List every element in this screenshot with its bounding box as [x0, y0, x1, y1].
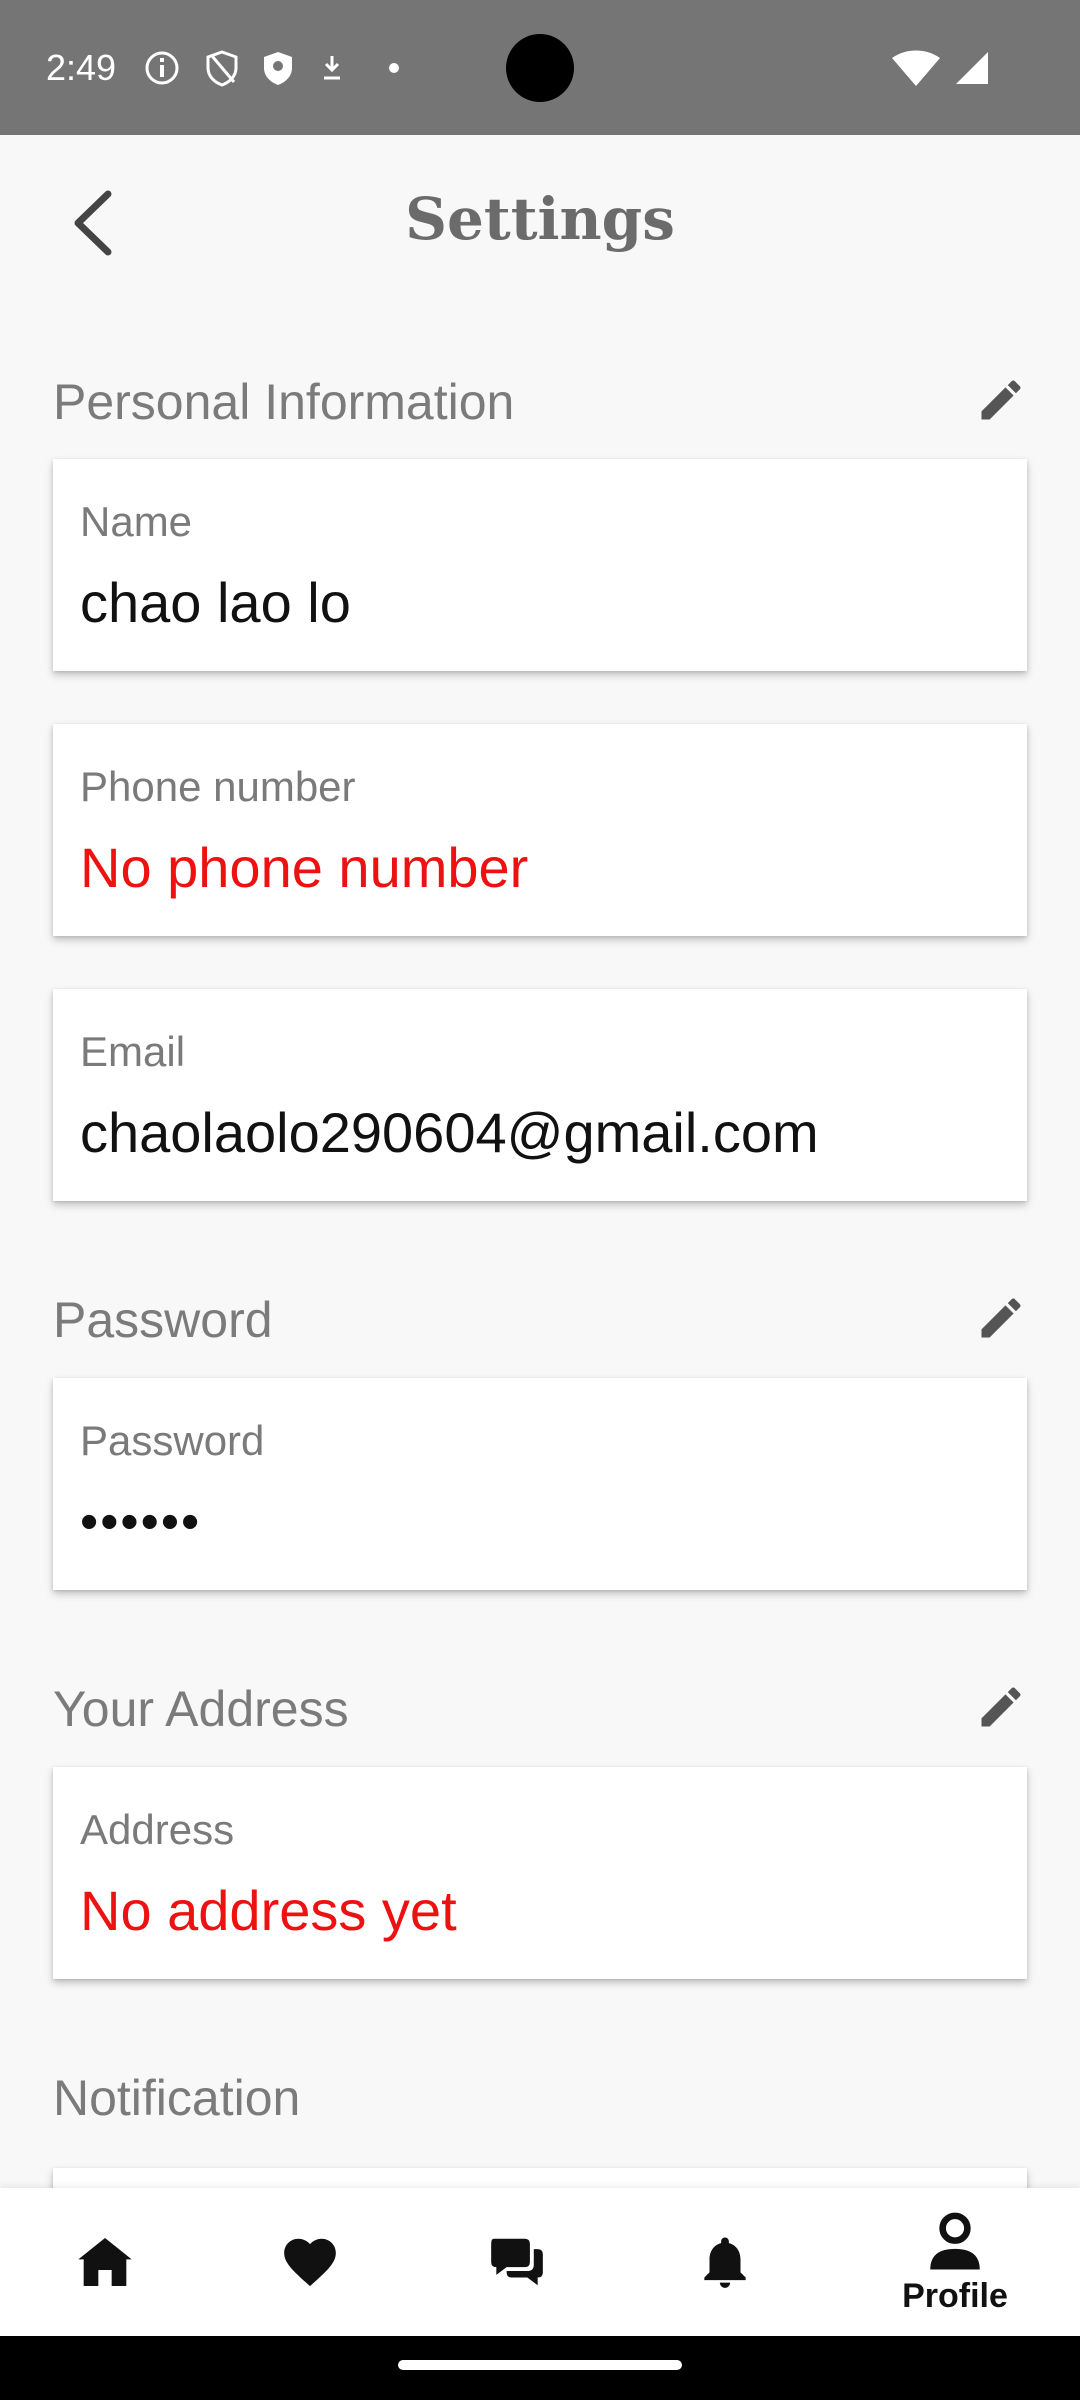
notification-section-header: Notification	[53, 2058, 1033, 2128]
notification-title: Notification	[53, 2070, 301, 2126]
status-time: 2:49	[46, 47, 117, 88]
edit-password-button[interactable]	[969, 1286, 1033, 1350]
pencil-icon	[981, 1298, 1021, 1338]
status-bar: 2:49	[0, 0, 1080, 135]
email-value: chaolaolo290604@gmail.com	[80, 1101, 819, 1164]
system-navigation-bar	[0, 2336, 1080, 2400]
address-value: No address yet	[80, 1879, 457, 1942]
bottom-navigation: Profile	[0, 2188, 1080, 2336]
top-app-bar: Settings	[0, 135, 1080, 305]
home-icon	[78, 2238, 132, 2286]
password-label: Password	[80, 1417, 265, 1464]
home-gesture-handle[interactable]	[398, 2360, 682, 2370]
status-right-icons	[892, 50, 988, 86]
password-section-header: Password	[53, 1280, 1033, 1350]
phone-label: Phone number	[80, 763, 356, 810]
person-icon	[930, 2212, 980, 2269]
signal-icon	[956, 52, 988, 84]
nav-notifications[interactable]	[670, 2188, 780, 2336]
phone-value: No phone number	[80, 836, 529, 899]
nav-favorites[interactable]	[255, 2188, 365, 2336]
address-title: Your Address	[53, 1681, 349, 1737]
personal-info-title: Personal Information	[53, 374, 515, 430]
name-card[interactable]: Name chao lao lo	[53, 459, 1027, 671]
name-label: Name	[80, 498, 193, 545]
shield-filled-icon	[264, 52, 292, 85]
password-value: ••••••	[80, 1493, 202, 1551]
page-title: Settings	[405, 185, 675, 253]
shield-outline-icon	[206, 50, 238, 87]
phone-card[interactable]: Phone number No phone number	[53, 724, 1027, 936]
email-label: Email	[80, 1028, 186, 1075]
address-card[interactable]: Address No address yet	[53, 1767, 1027, 1979]
nav-profile-label: Profile	[902, 2276, 1008, 2315]
edit-personal-info-button[interactable]	[969, 368, 1033, 432]
address-section-header: Your Address	[53, 1669, 1033, 1739]
status-icons	[145, 50, 399, 87]
chat-icon	[491, 2238, 543, 2286]
name-value: chao lao lo	[80, 571, 351, 634]
wifi-icon	[892, 50, 940, 86]
camera-cutout	[506, 34, 574, 102]
info-icon	[145, 51, 179, 85]
bell-icon	[704, 2237, 746, 2288]
address-label: Address	[80, 1806, 235, 1853]
download-icon	[324, 56, 340, 80]
password-title: Password	[53, 1292, 273, 1348]
password-card[interactable]: Password ••••••	[53, 1378, 1027, 1590]
dot-icon	[389, 63, 399, 73]
edit-address-button[interactable]	[969, 1675, 1033, 1739]
email-card[interactable]: Email chaolaolo290604@gmail.com	[53, 989, 1027, 1201]
heart-icon	[284, 2238, 336, 2287]
pencil-icon	[981, 1687, 1021, 1727]
pencil-icon	[981, 380, 1021, 420]
nav-messages[interactable]	[462, 2188, 572, 2336]
personal-info-section-header: Personal Information	[53, 362, 1033, 432]
nav-home[interactable]	[50, 2188, 160, 2336]
nav-profile[interactable]: Profile	[880, 2188, 1030, 2336]
